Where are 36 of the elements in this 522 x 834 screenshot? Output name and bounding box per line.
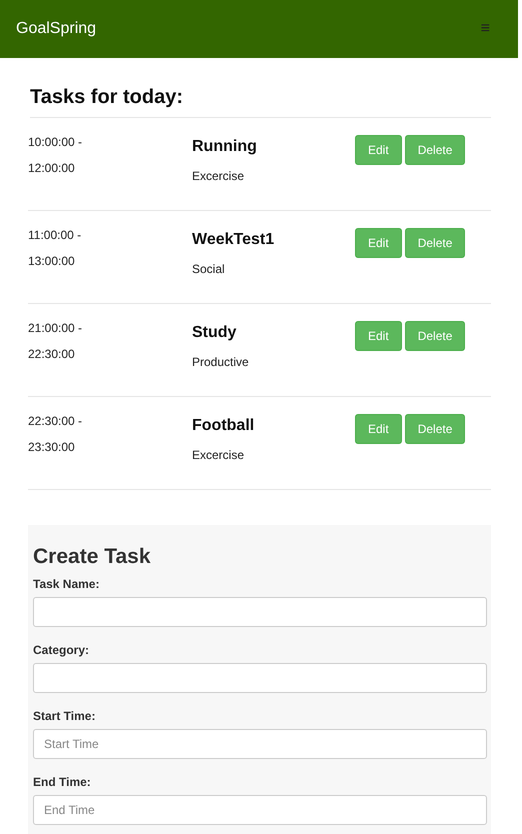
brand-link[interactable]: GoalSpring — [16, 20, 96, 38]
task-category: Social — [192, 262, 226, 276]
start-time: 22:30:00 - — [28, 414, 84, 428]
start-time: 11:00:00 - — [28, 228, 82, 242]
edit-button[interactable]: Edit — [355, 321, 402, 351]
task-name: WeekTest1 — [192, 231, 276, 249]
tasks-heading: Tasks for today: — [30, 86, 491, 118]
start-time: 10:00:00 - — [28, 135, 84, 149]
input-field[interactable] — [33, 597, 487, 627]
form-title: Create Task — [33, 545, 152, 569]
input-field[interactable]: End Time — [33, 795, 487, 825]
input-field[interactable] — [33, 663, 487, 693]
input-field[interactable]: Start Time — [33, 729, 487, 759]
task-name: Study — [192, 324, 238, 342]
end-time: 13:00:00 — [28, 254, 76, 268]
delete-button[interactable]: Delete — [404, 135, 466, 165]
delete-button[interactable]: Delete — [404, 228, 466, 258]
task-category: Excercise — [192, 448, 246, 462]
edit-button[interactable]: Edit — [355, 135, 402, 165]
field-label: Category: — [33, 643, 90, 657]
delete-button[interactable]: Delete — [404, 414, 466, 444]
edit-button[interactable]: Edit — [355, 414, 402, 444]
end-time: 12:00:00 — [28, 161, 76, 175]
delete-button[interactable]: Delete — [404, 321, 466, 351]
end-time: 23:30:00 — [28, 440, 76, 454]
field-label: Start Time: — [33, 709, 96, 723]
end-time: 22:30:00 — [28, 347, 76, 361]
task-category: Productive — [192, 355, 250, 369]
task-name: Running — [192, 138, 258, 156]
menu-button[interactable]: ≡ — [480, 20, 502, 38]
start-time: 21:00:00 - — [28, 321, 84, 335]
task-name: Football — [192, 417, 256, 435]
field-label: End Time: — [33, 775, 92, 789]
edit-button[interactable]: Edit — [355, 228, 402, 258]
task-category: Excercise — [192, 169, 246, 183]
field-label: Task Name: — [33, 577, 100, 591]
